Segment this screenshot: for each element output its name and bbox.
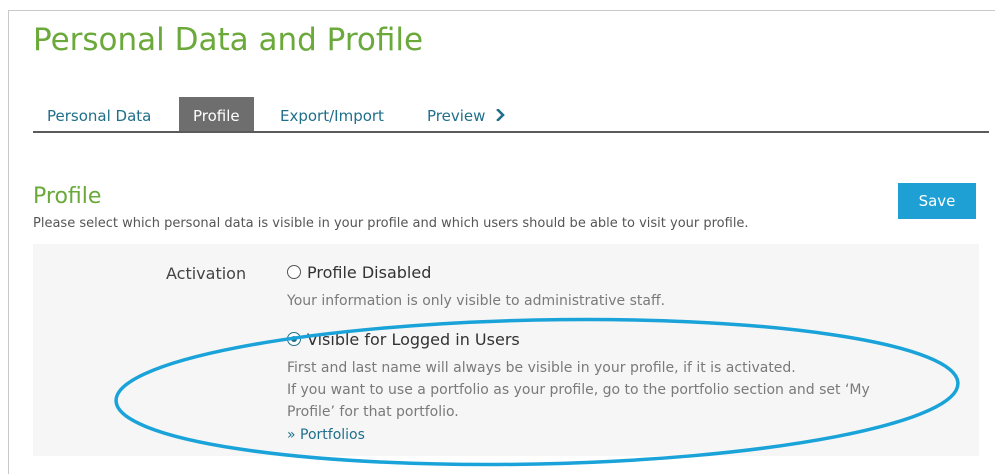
tab-profile[interactable]: Profile [179,97,254,131]
section-title: Profile [33,184,102,209]
radio-profile-disabled-label: Profile Disabled [307,263,432,282]
chevron-right-icon [496,109,506,121]
tab-bar: Personal Data Profile Export/Import Prev… [33,97,989,133]
tab-preview[interactable]: Preview [413,97,519,131]
activation-label: Activation [166,264,247,283]
hint-name-visible: First and last name will always be visib… [287,360,796,376]
radio-unchecked-icon[interactable] [287,265,301,279]
hint-portfolio-line-1: If you want to use a portfolio as your p… [287,382,870,398]
radio-checked-icon[interactable] [287,332,301,346]
radio-profile-disabled[interactable]: Profile Disabled [287,263,431,282]
save-button[interactable]: Save [898,183,976,219]
radio-visible-logged-in[interactable]: Visible for Logged in Users [287,330,520,349]
radio-visible-logged-in-label: Visible for Logged in Users [307,330,520,349]
hint-portfolio-line-2: Profile’ for that portfolio. [287,404,459,420]
hint-profile-disabled: Your information is only visible to admi… [287,293,666,309]
tab-preview-label: Preview [427,107,486,125]
page-title: Personal Data and Profile [33,22,424,58]
tab-personal-data[interactable]: Personal Data [33,97,165,131]
section-description: Please select which personal data is vis… [33,216,749,231]
tab-export-import[interactable]: Export/Import [266,97,398,131]
portfolios-link[interactable]: » Portfolios [287,427,365,443]
